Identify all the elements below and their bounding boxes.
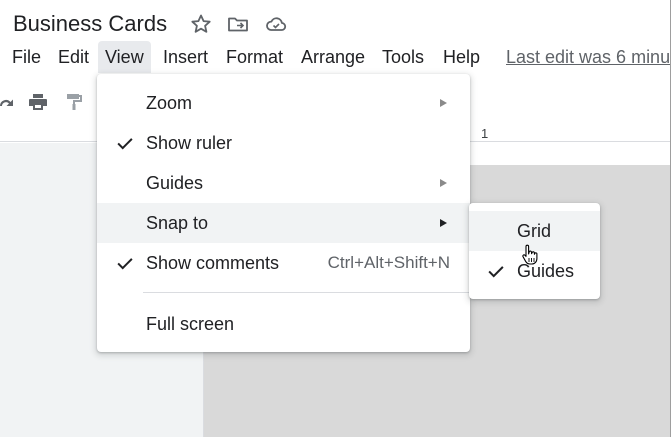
checkmark-icon (114, 132, 136, 154)
menu-edit[interactable]: Edit (51, 41, 96, 73)
menu-tools[interactable]: Tools (375, 41, 431, 73)
keyboard-shortcut: Ctrl+Alt+Shift+N (327, 253, 450, 272)
view-menu-item-show-ruler[interactable]: Show ruler (97, 123, 470, 163)
view-menu-item-full-screen[interactable]: Full screen (97, 304, 470, 344)
menu-item-label: Show comments (146, 253, 280, 273)
view-menu-item-show-comments[interactable]: Show comments Ctrl+Alt+Shift+N (97, 243, 470, 283)
hand-pointer-cursor-icon (521, 244, 539, 266)
document-title[interactable]: Business Cards (13, 10, 167, 38)
view-menu-item-zoom[interactable]: Zoom (97, 83, 470, 123)
menu-view[interactable]: View (98, 41, 151, 73)
paint-format-icon[interactable] (62, 90, 86, 114)
view-menu-item-snap-to[interactable]: Snap to (97, 203, 470, 243)
menu-item-label: Full screen (146, 314, 235, 334)
menu-bar: File Edit View Insert Format Arrange Too… (0, 41, 671, 73)
redo-icon[interactable] (0, 90, 18, 114)
star-icon[interactable] (189, 12, 213, 36)
menu-file[interactable]: File (5, 41, 48, 73)
menu-help[interactable]: Help (436, 41, 487, 73)
last-edit-link[interactable]: Last edit was 6 minu (506, 41, 670, 73)
move-to-folder-icon[interactable] (226, 12, 250, 36)
menu-item-label: Show ruler (146, 133, 233, 153)
submenu-arrow-icon (440, 179, 447, 187)
menu-item-label: Guides (146, 173, 204, 193)
menu-item-label: Snap to (146, 213, 209, 233)
view-menu-item-guides[interactable]: Guides (97, 163, 470, 203)
checkmark-icon (485, 260, 507, 282)
menu-arrange[interactable]: Arrange (294, 41, 372, 73)
submenu-arrow-icon (440, 99, 447, 107)
submenu-arrow-icon (440, 219, 447, 227)
ruler-mark: 1 (481, 126, 489, 141)
slides-editor-window: Business Cards File Edit View Insert For… (0, 0, 671, 437)
view-menu-dropdown: Zoom Show ruler Guides Snap to Show comm… (97, 74, 470, 352)
checkmark-icon (114, 252, 136, 274)
menu-format[interactable]: Format (219, 41, 290, 73)
cloud-saved-icon[interactable] (264, 12, 288, 36)
menu-item-label: Zoom (146, 93, 193, 113)
menu-insert[interactable]: Insert (156, 41, 215, 73)
print-icon[interactable] (26, 90, 50, 114)
menu-divider (143, 292, 470, 293)
